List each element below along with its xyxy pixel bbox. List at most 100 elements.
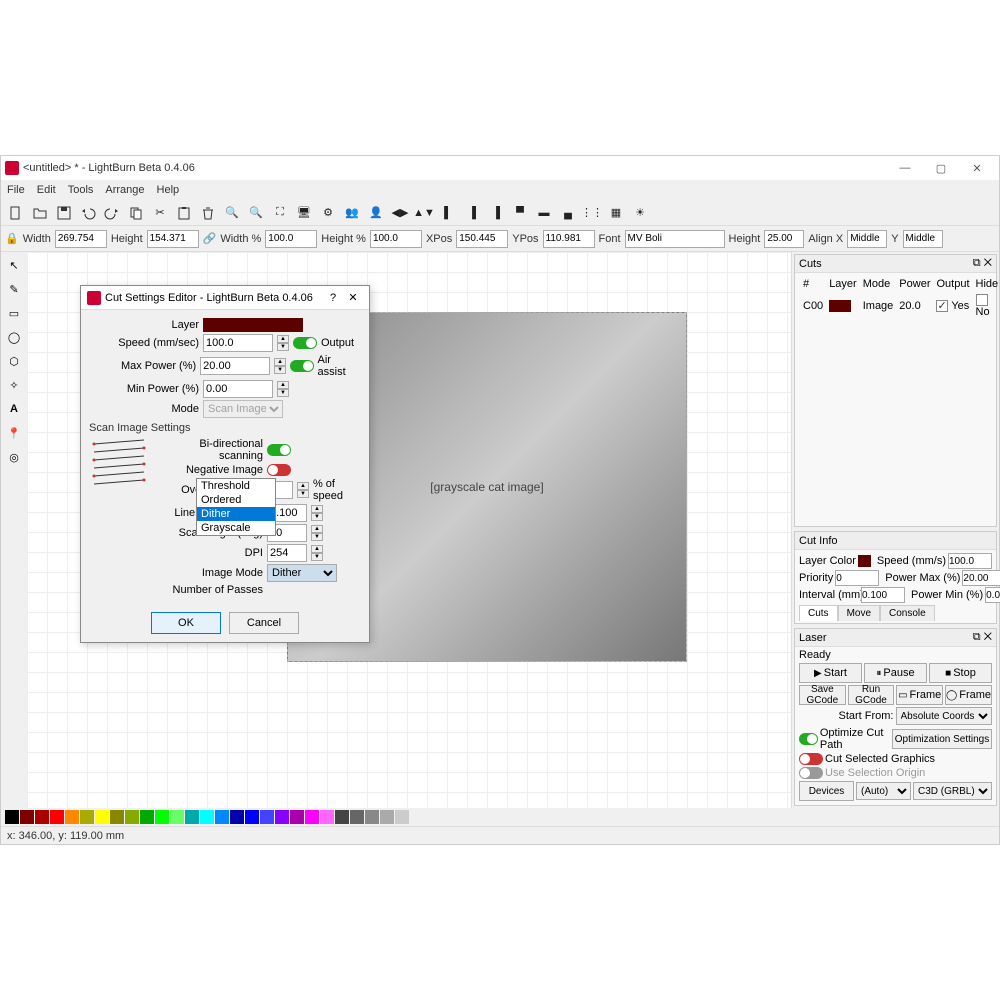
edit-nodes-icon[interactable]: ✧ bbox=[3, 374, 25, 396]
dialog-help-button[interactable]: ? bbox=[323, 292, 343, 304]
palette-swatch[interactable] bbox=[170, 810, 184, 824]
palette-swatch[interactable] bbox=[200, 810, 214, 824]
tab-cuts[interactable]: Cuts bbox=[799, 605, 838, 621]
tab-console[interactable]: Console bbox=[880, 605, 935, 621]
pen-tool-icon[interactable]: ✎ bbox=[3, 278, 25, 300]
new-icon[interactable] bbox=[5, 202, 27, 224]
device-select[interactable]: C3D (GRBL) bbox=[913, 782, 992, 800]
align-middle-icon[interactable]: ▬ bbox=[533, 202, 555, 224]
palette-swatch[interactable] bbox=[380, 810, 394, 824]
text-tool-icon[interactable]: A bbox=[3, 398, 25, 420]
sun-icon[interactable]: ☀ bbox=[629, 202, 651, 224]
palette-swatch[interactable] bbox=[50, 810, 64, 824]
delete-icon[interactable] bbox=[197, 202, 219, 224]
menu-help[interactable]: Help bbox=[157, 184, 180, 196]
ci-pmax[interactable] bbox=[962, 570, 1000, 586]
cuts-row[interactable]: C00 Image 20.0 Yes No bbox=[801, 293, 1000, 319]
image-mode-option[interactable]: Dither bbox=[197, 507, 275, 521]
ellipse-tool-icon[interactable]: ◯ bbox=[3, 326, 25, 348]
palette-swatch[interactable] bbox=[80, 810, 94, 824]
fheight-input[interactable] bbox=[764, 230, 804, 248]
frame1-button[interactable]: ▭ Frame bbox=[896, 685, 943, 705]
opt-settings-button[interactable]: Optimization Settings bbox=[892, 729, 992, 749]
close-button[interactable]: ✕ bbox=[959, 157, 995, 179]
dialog-close-button[interactable]: ✕ bbox=[343, 291, 363, 304]
cut-icon[interactable]: ✂ bbox=[149, 202, 171, 224]
dialog-speed-input[interactable] bbox=[203, 334, 273, 352]
image-mode-option[interactable]: Grayscale bbox=[197, 521, 275, 535]
output-toggle[interactable] bbox=[293, 337, 317, 349]
palette-swatch[interactable] bbox=[230, 810, 244, 824]
ungroup-icon[interactable]: 👤 bbox=[365, 202, 387, 224]
minimize-button[interactable]: — bbox=[887, 157, 923, 179]
menu-file[interactable]: File bbox=[7, 184, 25, 196]
run-gcode-button[interactable]: Run GCode bbox=[848, 685, 895, 705]
palette-swatch[interactable] bbox=[155, 810, 169, 824]
dialog-mode-select[interactable]: Scan Image bbox=[203, 400, 283, 418]
palette-swatch[interactable] bbox=[245, 810, 259, 824]
palette-swatch[interactable] bbox=[65, 810, 79, 824]
width-input[interactable] bbox=[55, 230, 107, 248]
dialog-minpower-input[interactable] bbox=[203, 380, 273, 398]
image-mode-option[interactable]: Threshold bbox=[197, 479, 275, 493]
image-mode-option[interactable]: Ordered bbox=[197, 493, 275, 507]
bidir-toggle[interactable] bbox=[267, 444, 291, 456]
lock-icon[interactable]: 🔒 bbox=[5, 232, 19, 245]
zoom-out-icon[interactable]: 🔍 bbox=[245, 202, 267, 224]
xpos-input[interactable] bbox=[456, 230, 508, 248]
height-input[interactable] bbox=[147, 230, 199, 248]
palette-swatch[interactable] bbox=[350, 810, 364, 824]
paste-icon[interactable] bbox=[173, 202, 195, 224]
frame2-button[interactable]: ◯ Frame bbox=[945, 685, 992, 705]
palette-swatch[interactable] bbox=[20, 810, 34, 824]
start-from-select[interactable]: Absolute Coords bbox=[896, 707, 993, 725]
select-tool-icon[interactable]: ↖ bbox=[3, 254, 25, 276]
palette-swatch[interactable] bbox=[335, 810, 349, 824]
palette-swatch[interactable] bbox=[365, 810, 379, 824]
devices-button[interactable]: Devices bbox=[799, 781, 854, 801]
cutsel-toggle[interactable] bbox=[799, 753, 823, 765]
widthpct-input[interactable] bbox=[265, 230, 317, 248]
undo-icon[interactable] bbox=[77, 202, 99, 224]
auto-select[interactable]: (Auto) bbox=[856, 782, 911, 800]
menu-arrange[interactable]: Arrange bbox=[105, 184, 144, 196]
redo-icon[interactable] bbox=[101, 202, 123, 224]
offset-tool-icon[interactable]: ◎ bbox=[3, 446, 25, 468]
gear-icon[interactable]: ⚙ bbox=[317, 202, 339, 224]
useselorigin-toggle[interactable] bbox=[799, 767, 823, 779]
align-right-icon[interactable]: ▐ bbox=[485, 202, 507, 224]
ci-interval[interactable] bbox=[861, 587, 905, 603]
link-icon[interactable]: 🔗 bbox=[203, 232, 217, 245]
maximize-button[interactable]: ▢ bbox=[923, 157, 959, 179]
save-gcode-button[interactable]: Save GCode bbox=[799, 685, 846, 705]
flip-h-icon[interactable]: ◀▶ bbox=[389, 202, 411, 224]
group-icon[interactable]: 👥 bbox=[341, 202, 363, 224]
dialog-maxpower-input[interactable] bbox=[200, 357, 270, 375]
menu-edit[interactable]: Edit bbox=[37, 184, 56, 196]
palette-swatch[interactable] bbox=[125, 810, 139, 824]
menu-tools[interactable]: Tools bbox=[68, 184, 94, 196]
open-icon[interactable] bbox=[29, 202, 51, 224]
image-mode-select[interactable]: Dither bbox=[267, 564, 337, 582]
palette-swatch[interactable] bbox=[215, 810, 229, 824]
distribute-h-icon[interactable]: ⋮⋮ bbox=[581, 202, 603, 224]
rect-tool-icon[interactable]: ▭ bbox=[3, 302, 25, 324]
palette-swatch[interactable] bbox=[260, 810, 274, 824]
ok-button[interactable]: OK bbox=[151, 612, 221, 634]
zoom-fit-icon[interactable]: ⛶ bbox=[269, 202, 291, 224]
palette-swatch[interactable] bbox=[140, 810, 154, 824]
laser-pin-icon[interactable]: ⧉ ✕ bbox=[973, 631, 992, 644]
tab-move[interactable]: Move bbox=[838, 605, 880, 621]
hide-checkbox[interactable] bbox=[976, 294, 988, 306]
save-icon[interactable] bbox=[53, 202, 75, 224]
palette-swatch[interactable] bbox=[290, 810, 304, 824]
stop-button[interactable]: ■ Stop bbox=[929, 663, 992, 683]
position-tool-icon[interactable]: 📍 bbox=[3, 422, 25, 444]
ypos-input[interactable] bbox=[543, 230, 595, 248]
dpi-input[interactable] bbox=[267, 544, 307, 562]
cancel-button[interactable]: Cancel bbox=[229, 612, 299, 634]
palette-swatch[interactable] bbox=[185, 810, 199, 824]
palette-swatch[interactable] bbox=[275, 810, 289, 824]
heightpct-input[interactable] bbox=[370, 230, 422, 248]
pause-button[interactable]: ⏸ Pause bbox=[864, 663, 927, 683]
